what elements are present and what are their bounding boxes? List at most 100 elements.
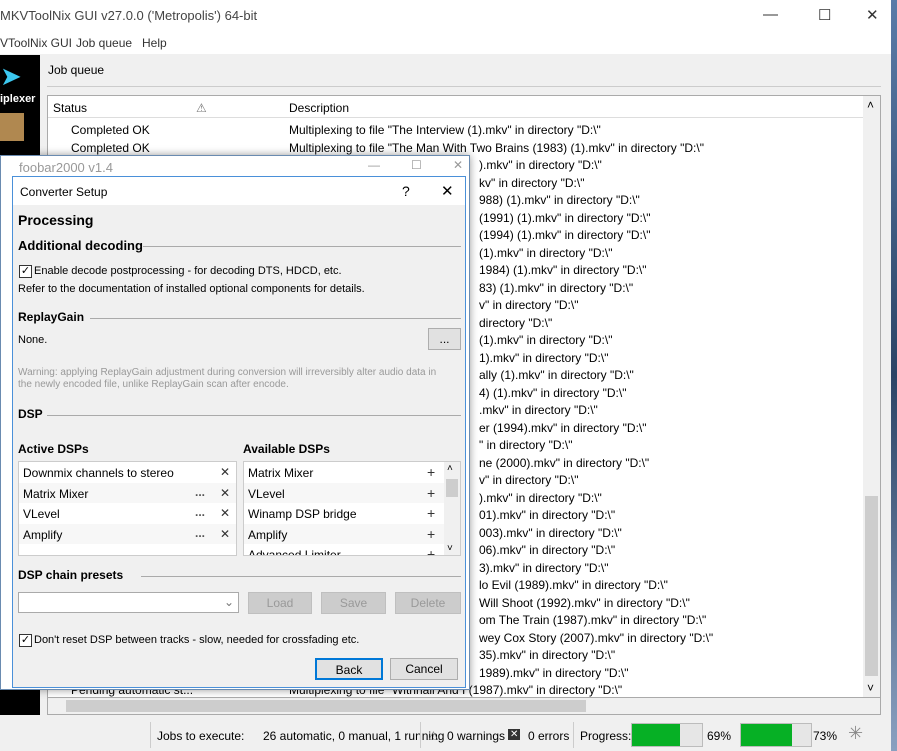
job-status: Completed OK: [71, 140, 150, 155]
replaygain-heading: ReplayGain: [18, 310, 85, 324]
job-description-partial: lo Evil (1989).mkv" in directory "D:\": [479, 578, 668, 592]
configure-dsp-button[interactable]: ...: [195, 505, 205, 519]
vertical-scrollbar[interactable]: ˄ ˅: [863, 96, 880, 697]
available-list-scrollbar[interactable]: ˄ ˅: [444, 462, 460, 555]
add-dsp-icon[interactable]: +: [427, 485, 435, 501]
active-dsp-item[interactable]: Matrix Mixer... ✕: [19, 482, 236, 503]
foobar-minimize-button[interactable]: —: [368, 158, 380, 172]
job-description-partial: 988) (1).mkv" in directory "D:\": [479, 193, 640, 207]
horizontal-scrollbar[interactable]: [47, 697, 881, 715]
divider: [47, 86, 881, 87]
sidebar-item-multiplexer[interactable]: iplexer: [0, 93, 35, 105]
foobar-maximize-button[interactable]: ☐: [411, 158, 422, 172]
foobar-window: foobar2000 v1.4 — ☐ ✕ Converter Setup ? …: [0, 155, 470, 690]
replaygain-warning-2: the newly encoded file, unlike ReplayGai…: [18, 379, 289, 390]
job-description: Multiplexing to file "The Interview (1).…: [289, 123, 601, 137]
dialog-title: Converter Setup: [20, 185, 108, 199]
job-description-partial: " in directory "D:\": [479, 438, 573, 452]
decode-postprocessing-label[interactable]: Enable decode postprocessing - for decod…: [34, 265, 342, 277]
preset-dropdown[interactable]: ⌄: [18, 592, 239, 613]
job-description-partial: ally (1).mkv" in directory "D:\": [479, 368, 634, 382]
available-dsp-item[interactable]: VLevel +: [244, 482, 444, 503]
progress-label: Progress:: [580, 729, 632, 743]
decode-note: Refer to the documentation of installed …: [18, 283, 365, 295]
help-button[interactable]: ?: [402, 183, 410, 199]
desktop-background: [890, 0, 897, 751]
available-dsp-item[interactable]: Amplify +: [244, 523, 444, 544]
job-description-partial: (1991) (1).mkv" in directory "D:\": [479, 210, 651, 225]
job-description: Multiplexing to file "The Man With Two B…: [289, 140, 704, 155]
job-description-partial: v" in directory "D:\": [479, 473, 579, 487]
dsp-name: Amplify: [23, 527, 63, 542]
table-row[interactable]: Completed OK Multiplexing to file "The Ma…: [48, 140, 864, 157]
save-button[interactable]: Save: [321, 592, 386, 614]
replaygain-warning-1: Warning: applying ReplayGain adjustment …: [18, 367, 437, 378]
chevron-down-icon: ⌄: [223, 595, 234, 609]
remove-dsp-icon[interactable]: ✕: [220, 527, 230, 541]
job-description-partial: (1).mkv" in directory "D:\": [479, 333, 613, 347]
job-description-partial: 3).mkv" in directory "D:\": [479, 560, 609, 575]
status-bar: Jobs to execute: 26 automatic, 0 manual,…: [0, 718, 891, 751]
add-dsp-icon[interactable]: +: [427, 464, 435, 480]
remove-dsp-icon[interactable]: ✕: [220, 465, 230, 479]
progress-total-text: 73%: [813, 729, 838, 743]
remove-dsp-icon[interactable]: ✕: [220, 486, 230, 500]
job-description-partial: 1989).mkv" in directory "D:\": [479, 665, 629, 680]
info-tool-icon[interactable]: [0, 113, 24, 141]
dsp-name: Matrix Mixer: [248, 466, 314, 480]
warning-column-icon[interactable]: ⚠: [196, 101, 207, 115]
configure-dsp-button[interactable]: ...: [195, 485, 205, 499]
minimize-button[interactable]: —: [763, 6, 778, 23]
available-dsp-item[interactable]: Advanced Limiter +: [244, 544, 444, 555]
dont-reset-dsp-checkbox[interactable]: ✓: [19, 634, 32, 647]
active-dsp-item[interactable]: Amplify... ✕: [19, 523, 236, 544]
job-description-partial: directory "D:\": [479, 315, 553, 330]
jobs-label: Jobs to execute:: [157, 729, 245, 743]
add-dsp-icon[interactable]: +: [427, 546, 435, 555]
job-description-partial: Will Shoot (1992).mkv" in directory "D:\…: [479, 595, 690, 610]
available-dsp-item[interactable]: Winamp DSP bridge +: [244, 503, 444, 523]
menu-job-queue[interactable]: Job queue: [76, 36, 132, 50]
add-dsp-icon[interactable]: +: [427, 505, 435, 521]
cancel-button[interactable]: Cancel: [390, 658, 458, 680]
active-dsp-item[interactable]: Downmix channels to stereo ✕: [19, 462, 236, 482]
job-description-partial: 83) (1).mkv" in directory "D:\": [479, 280, 634, 295]
job-description-partial: 06).mkv" in directory "D:\": [479, 543, 616, 557]
dont-reset-dsp-label[interactable]: Don't reset DSP between tracks - slow, n…: [34, 634, 359, 646]
foobar-close-button[interactable]: ✕: [453, 158, 463, 172]
configure-dsp-button[interactable]: ...: [195, 526, 205, 540]
back-button[interactable]: Back: [315, 658, 383, 680]
column-status[interactable]: Status: [53, 101, 87, 115]
delete-button[interactable]: Delete: [395, 592, 461, 614]
job-description-partial: ne (2000).mkv" in directory "D:\": [479, 455, 650, 470]
close-button[interactable]: ✕: [866, 6, 879, 24]
progress-bar-current: [631, 723, 703, 747]
table-row[interactable]: Completed OK Multiplexing to file "The In…: [48, 122, 864, 139]
available-dsps-heading: Available DSPs: [243, 442, 330, 456]
job-description-partial: kv" in directory "D:\": [479, 175, 585, 190]
title-bar: MKVToolNix GUI v27.0.0 ('Metropolis') 64…: [0, 0, 891, 32]
multiplexer-icon[interactable]: ➤: [0, 61, 22, 92]
active-dsps-heading: Active DSPs: [18, 442, 89, 456]
decode-postprocessing-checkbox[interactable]: ✓: [19, 265, 32, 278]
job-description-partial: om The Train (1987).mkv" in directory "D…: [479, 613, 707, 627]
job-description-partial: 1984) (1).mkv" in directory "D:\": [479, 263, 647, 277]
job-description-partial: 35).mkv" in directory "D:\": [479, 648, 616, 662]
available-dsp-item[interactable]: Matrix Mixer +: [244, 462, 444, 482]
load-button[interactable]: Load: [248, 592, 312, 614]
dsp-name: Winamp DSP bridge: [248, 507, 357, 521]
active-dsp-item[interactable]: VLevel... ✕: [19, 503, 236, 523]
jobs-value: 26 automatic, 0 manual, 1 running: [263, 729, 445, 743]
warning-icon: ⚠: [428, 729, 439, 743]
add-dsp-icon[interactable]: +: [427, 526, 435, 542]
menu-help[interactable]: Help: [142, 36, 167, 50]
dsp-name: Amplify: [248, 527, 288, 542]
menu-mkvtoolnix[interactable]: VToolNix GUI: [0, 36, 72, 50]
dialog-close-button[interactable]: ✕: [441, 182, 454, 200]
maximize-button[interactable]: ☐: [818, 6, 831, 24]
column-description[interactable]: Description: [289, 101, 349, 115]
errors-count: 0 errors: [528, 729, 570, 743]
dsp-name: VLevel: [248, 486, 285, 501]
remove-dsp-icon[interactable]: ✕: [220, 506, 230, 520]
replaygain-options-button[interactable]: ...: [428, 328, 461, 350]
